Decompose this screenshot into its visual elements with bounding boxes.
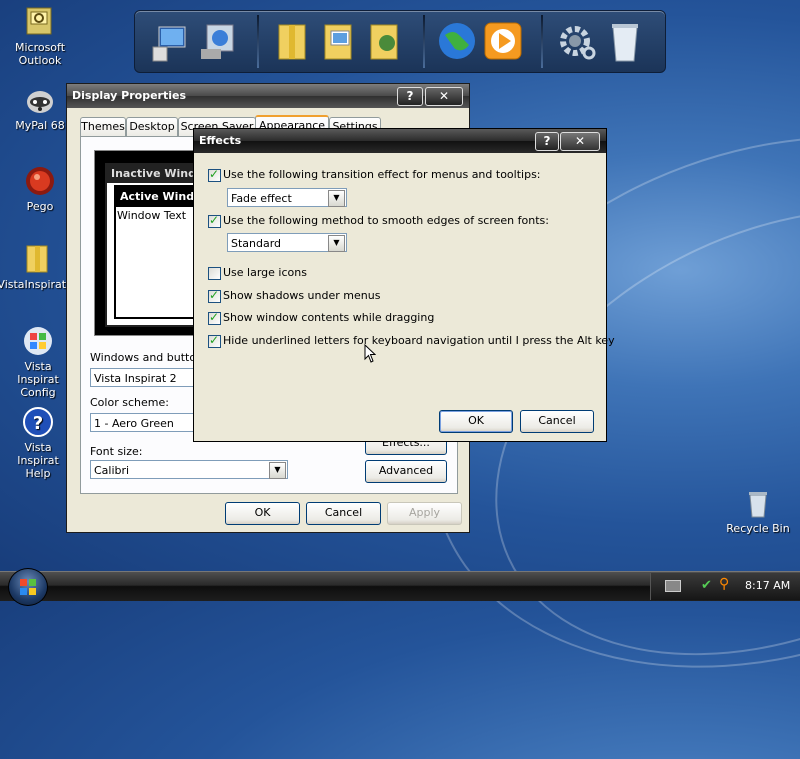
smooth-fonts-select[interactable]: Standard ▼ [227, 233, 347, 252]
music-folder-icon[interactable] [363, 19, 407, 63]
desktop-icon-label: Vista Inspirat Help [17, 441, 59, 480]
desktop-icon-label: Microsoft Outlook [14, 41, 66, 67]
advanced-button[interactable]: Advanced [365, 460, 447, 483]
display-properties-titlebar[interactable]: Display Properties ? ✕ [67, 84, 469, 108]
drag-contents-label: Show window contents while dragging [223, 311, 435, 324]
hide-underlines-label: Hide underlined letters for keyboard nav… [223, 334, 615, 347]
effects-dialog: Effects ? ✕ Use the following transition… [193, 128, 615, 442]
svg-text:?: ? [33, 413, 43, 434]
smooth-fonts-checkbox[interactable] [208, 213, 221, 228]
apply-button[interactable]: Apply [387, 502, 462, 525]
dock-separator [423, 15, 425, 68]
network-icon[interactable] [197, 19, 241, 63]
raccoon-icon [24, 84, 56, 116]
search-icon[interactable]: ⚲ [719, 576, 729, 592]
color-scheme-label: Color scheme: [90, 396, 169, 409]
select-value: Vista Inspirat 2 [94, 372, 177, 385]
help-button[interactable]: ? [397, 87, 423, 106]
transition-effect-label: Use the following transition effect for … [223, 168, 541, 181]
dock-separator [541, 15, 543, 68]
pego-icon [24, 165, 56, 197]
keyboard-icon[interactable] [665, 580, 681, 592]
close-button[interactable]: ✕ [425, 87, 463, 106]
recycle-bin-icon [742, 487, 774, 519]
mouse-cursor-icon [364, 343, 377, 367]
start-button[interactable] [8, 568, 48, 606]
documents-folder-icon[interactable] [271, 19, 315, 63]
window-title: Display Properties [72, 89, 187, 102]
select-value: Standard [231, 237, 282, 250]
desktop-icon-recycle-bin[interactable]: Recycle Bin [718, 487, 798, 535]
cancel-button[interactable]: Cancel [306, 502, 381, 525]
ok-button[interactable]: OK [225, 502, 300, 525]
windows-logo-icon [22, 325, 54, 357]
desktop-icon-label: Vista Inspirat Config [17, 360, 59, 399]
close-button[interactable]: ✕ [560, 132, 600, 151]
transition-effect-checkbox[interactable] [208, 167, 221, 182]
clock[interactable]: 8:17 AM [745, 579, 790, 592]
trash-icon[interactable] [603, 19, 647, 63]
font-size-label: Font size: [90, 445, 143, 458]
dock-bar [134, 10, 666, 73]
transition-effect-select[interactable]: Fade effect ▼ [227, 188, 347, 207]
effects-titlebar[interactable]: Effects ? ✕ [194, 129, 606, 153]
select-value: Fade effect [231, 192, 292, 205]
ok-button[interactable]: OK [439, 410, 513, 433]
hide-underlines-checkbox[interactable] [208, 333, 221, 348]
pictures-folder-icon[interactable] [317, 19, 361, 63]
internet-globe-icon[interactable] [435, 19, 479, 63]
menu-shadows-checkbox[interactable] [208, 288, 221, 303]
dock-separator [257, 15, 259, 68]
computer-icon[interactable] [151, 19, 195, 63]
chevron-down-icon[interactable]: ▼ [328, 190, 345, 207]
menu-shadows-label: Show shadows under menus [223, 289, 381, 302]
cancel-button[interactable]: Cancel [520, 410, 594, 433]
select-value: Calibri [94, 464, 130, 477]
desktop-icon-label: Recycle Bin [726, 522, 790, 535]
settings-gear-icon[interactable] [555, 19, 599, 63]
help-button[interactable]: ? [535, 132, 559, 151]
system-tray: ✔ ⚲ 8:17 AM [650, 573, 800, 600]
taskbar: ✔ ⚲ 8:17 AM [0, 568, 800, 606]
tab-themes[interactable]: Themes [80, 117, 126, 136]
dialog-title: Effects [199, 134, 242, 147]
desktop-icon-outlook[interactable]: Microsoft Outlook [0, 6, 80, 67]
drag-contents-checkbox[interactable] [208, 310, 221, 325]
media-player-icon[interactable] [481, 19, 525, 63]
chevron-down-icon[interactable]: ▼ [328, 235, 345, 252]
chevron-down-icon[interactable]: ▼ [269, 462, 286, 479]
large-icons-checkbox[interactable] [208, 267, 221, 280]
help-icon: ? [22, 406, 54, 438]
smooth-fonts-label: Use the following method to smooth edges… [223, 214, 549, 227]
tab-desktop[interactable]: Desktop [126, 117, 178, 136]
folder-icon [21, 243, 53, 275]
outlook-icon [24, 6, 56, 38]
select-value: 1 - Aero Green [94, 417, 174, 430]
network-tray-icon[interactable]: ✔ [701, 578, 712, 593]
large-icons-label: Use large icons [223, 266, 307, 279]
font-size-select[interactable]: Calibri ▼ [90, 460, 288, 479]
